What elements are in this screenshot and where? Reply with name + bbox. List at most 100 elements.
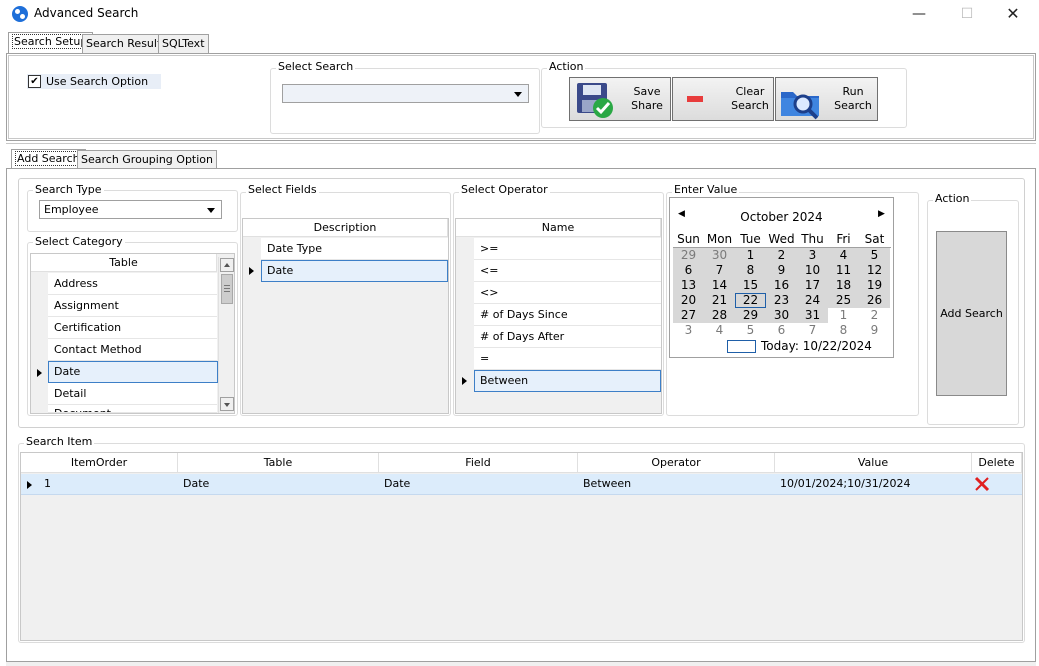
calendar-day[interactable]: 3: [673, 323, 704, 338]
calendar-day[interactable]: 6: [673, 263, 704, 278]
list-item-selected[interactable]: Date: [48, 361, 218, 383]
list-item[interactable]: =: [474, 348, 661, 370]
calendar-day[interactable]: 31: [797, 308, 828, 323]
calendar-day[interactable]: 29: [735, 308, 766, 323]
calendar-day[interactable]: 13: [673, 278, 704, 293]
list-item-selected[interactable]: Between: [474, 370, 661, 392]
list-item[interactable]: Contact Method: [48, 339, 217, 361]
scroll-thumb[interactable]: [221, 274, 233, 304]
list-item-selected[interactable]: Date: [261, 260, 448, 282]
calendar-day[interactable]: 30: [704, 248, 735, 263]
calendar-day[interactable]: 14: [704, 278, 735, 293]
scroll-up-button[interactable]: [220, 258, 234, 272]
close-button[interactable]: ✕: [990, 2, 1036, 26]
list-item[interactable]: Assignment: [48, 295, 217, 317]
calendar-day[interactable]: 15: [735, 278, 766, 293]
cell-table[interactable]: Date: [179, 474, 209, 494]
calendar-day[interactable]: 8: [735, 263, 766, 278]
calendar-day[interactable]: 16: [766, 278, 797, 293]
col-header-field[interactable]: Field: [379, 453, 578, 473]
calendar-day[interactable]: 3: [797, 248, 828, 263]
col-header-table[interactable]: Table: [178, 453, 379, 473]
app-icon: [12, 6, 28, 22]
cell-field[interactable]: Date: [380, 474, 410, 494]
calendar-day[interactable]: 4: [828, 248, 859, 263]
calendar-day[interactable]: 30: [766, 308, 797, 323]
clear-search-button[interactable]: Clear Search: [672, 77, 774, 121]
calendar-day[interactable]: 10: [797, 263, 828, 278]
col-header-value[interactable]: Value: [775, 453, 972, 473]
calendar-day[interactable]: 1: [828, 308, 859, 323]
list-item[interactable]: <=: [474, 260, 661, 282]
list-item[interactable]: Date Type: [261, 238, 448, 260]
add-search-button[interactable]: Add Search: [936, 231, 1007, 396]
calendar-day[interactable]: 27: [673, 308, 704, 323]
list-item[interactable]: Detail: [48, 383, 217, 405]
category-scrollbar[interactable]: [218, 257, 234, 413]
list-item[interactable]: Document: [48, 405, 217, 413]
minus-icon: [687, 96, 703, 102]
list-item[interactable]: # of Days Since: [474, 304, 661, 326]
list-item[interactable]: Certification: [48, 317, 217, 339]
search-type-combo[interactable]: Employee: [39, 200, 222, 219]
tab-add-search[interactable]: Add Search: [11, 149, 86, 169]
calendar-day[interactable]: 11: [828, 263, 859, 278]
use-search-checkbox[interactable]: ✔: [28, 75, 41, 88]
calendar-day[interactable]: 25: [828, 293, 859, 308]
cell-value[interactable]: 10/01/2024;10/31/2024: [776, 474, 911, 494]
calendar-day[interactable]: 23: [766, 293, 797, 308]
tab-sqltext[interactable]: SQLText: [158, 34, 209, 53]
use-search-option[interactable]: ✔ Use Search Option: [27, 74, 161, 89]
cell-operator[interactable]: Between: [579, 474, 631, 494]
calendar-day[interactable]: 19: [859, 278, 890, 293]
calendar-day[interactable]: 5: [859, 248, 890, 263]
calendar-day[interactable]: 29: [673, 248, 704, 263]
minimize-button[interactable]: —: [896, 2, 942, 26]
calendar-day[interactable]: 2: [766, 248, 797, 263]
save-share-button[interactable]: Save Share: [569, 77, 671, 121]
col-header-itemorder[interactable]: ItemOrder: [21, 453, 178, 473]
calendar-day[interactable]: 7: [704, 263, 735, 278]
calendar-day[interactable]: 9: [766, 263, 797, 278]
col-header-operator[interactable]: Operator: [578, 453, 775, 473]
calendar-day[interactable]: 28: [704, 308, 735, 323]
list-item[interactable]: <>: [474, 282, 661, 304]
today-label[interactable]: Today: 10/22/2024: [761, 339, 872, 353]
delete-icon[interactable]: [973, 475, 991, 493]
calendar-month-title[interactable]: October 2024: [670, 210, 893, 224]
calendar-day[interactable]: 21: [704, 293, 735, 308]
calendar-day[interactable]: 24: [797, 293, 828, 308]
next-month-button[interactable]: ▶: [878, 209, 885, 219]
calendar-day[interactable]: 12: [859, 263, 890, 278]
tab-search-result[interactable]: Search Result: [82, 34, 166, 53]
list-item[interactable]: >=: [474, 238, 661, 260]
weekday-label: Tue: [740, 232, 761, 246]
run-search-button[interactable]: Run Search: [775, 77, 878, 121]
list-item[interactable]: # of Days After: [474, 326, 661, 348]
scroll-down-button[interactable]: [220, 397, 234, 411]
tab-search-grouping-option[interactable]: Search Grouping Option: [77, 150, 217, 169]
maximize-button[interactable]: ☐: [944, 2, 990, 26]
select-category-label: Select Category: [33, 235, 125, 248]
calendar-day[interactable]: 7: [797, 323, 828, 338]
calendar-day[interactable]: 9: [859, 323, 890, 338]
calendar-day[interactable]: 18: [828, 278, 859, 293]
calendar-day[interactable]: 6: [766, 323, 797, 338]
calendar-day[interactable]: 17: [797, 278, 828, 293]
calendar-days[interactable]: 29 30 1 2 3 4 5 6 7 8 9 10 11 12 13 14 15 16 17 18 19 20 21 22 2…: [673, 247, 891, 339]
list-item[interactable]: Address: [48, 273, 217, 295]
calendar-day[interactable]: 4: [704, 323, 735, 338]
calendar-day[interactable]: 20: [673, 293, 704, 308]
calendar-day[interactable]: 5: [735, 323, 766, 338]
calendar-day[interactable]: 1: [735, 248, 766, 263]
calendar-day[interactable]: 26: [859, 293, 890, 308]
row-pointer-icon: [27, 481, 32, 489]
tab-search-setup[interactable]: Search Setup: [8, 32, 94, 53]
calendar-day[interactable]: 8: [828, 323, 859, 338]
calendar-day[interactable]: 22: [735, 293, 766, 308]
cell-itemorder[interactable]: 1: [40, 474, 51, 494]
col-header-delete[interactable]: Delete: [972, 453, 1022, 473]
calendar-day[interactable]: 2: [859, 308, 890, 323]
select-search-combo[interactable]: [282, 84, 529, 103]
month-calendar[interactable]: ◀ October 2024 ▶ Sun Mon Tue Wed Thu Fri Sat 2…: [669, 197, 894, 358]
